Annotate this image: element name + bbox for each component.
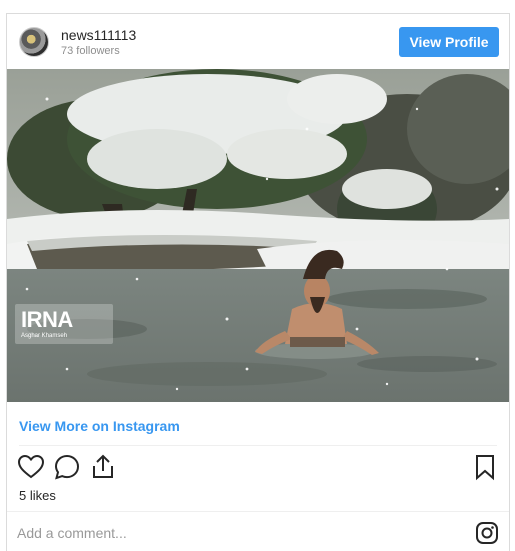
bookmark-icon[interactable]: [471, 453, 499, 481]
view-more-link[interactable]: View More on Instagram: [19, 418, 180, 434]
instagram-logo-icon[interactable]: [475, 521, 499, 545]
comment-input[interactable]: [17, 521, 457, 545]
likes-count: 5 likes: [19, 488, 56, 503]
watermark-credit: Asghar Khamseh: [21, 333, 68, 339]
view-profile-button[interactable]: View Profile: [399, 27, 499, 57]
post-image[interactable]: IRNA Asghar Khamseh: [7, 69, 509, 402]
username[interactable]: news111113: [61, 27, 136, 43]
action-bar: [7, 453, 509, 483]
avatar[interactable]: [19, 27, 49, 57]
snow-scene-image: [7, 69, 509, 402]
instagram-embed-card: news111113 73 followers View Profile IRN…: [6, 13, 510, 551]
divider: [19, 445, 497, 446]
comment-icon[interactable]: [53, 453, 81, 481]
share-icon[interactable]: [89, 453, 117, 481]
irna-watermark-logo: IRNA Asghar Khamseh: [15, 304, 113, 344]
watermark-text: IRNA: [21, 307, 73, 332]
heart-icon[interactable]: [17, 453, 45, 481]
followers-count: 73 followers: [61, 45, 120, 57]
divider: [7, 511, 509, 512]
post-header: news111113 73 followers View Profile: [7, 14, 509, 69]
